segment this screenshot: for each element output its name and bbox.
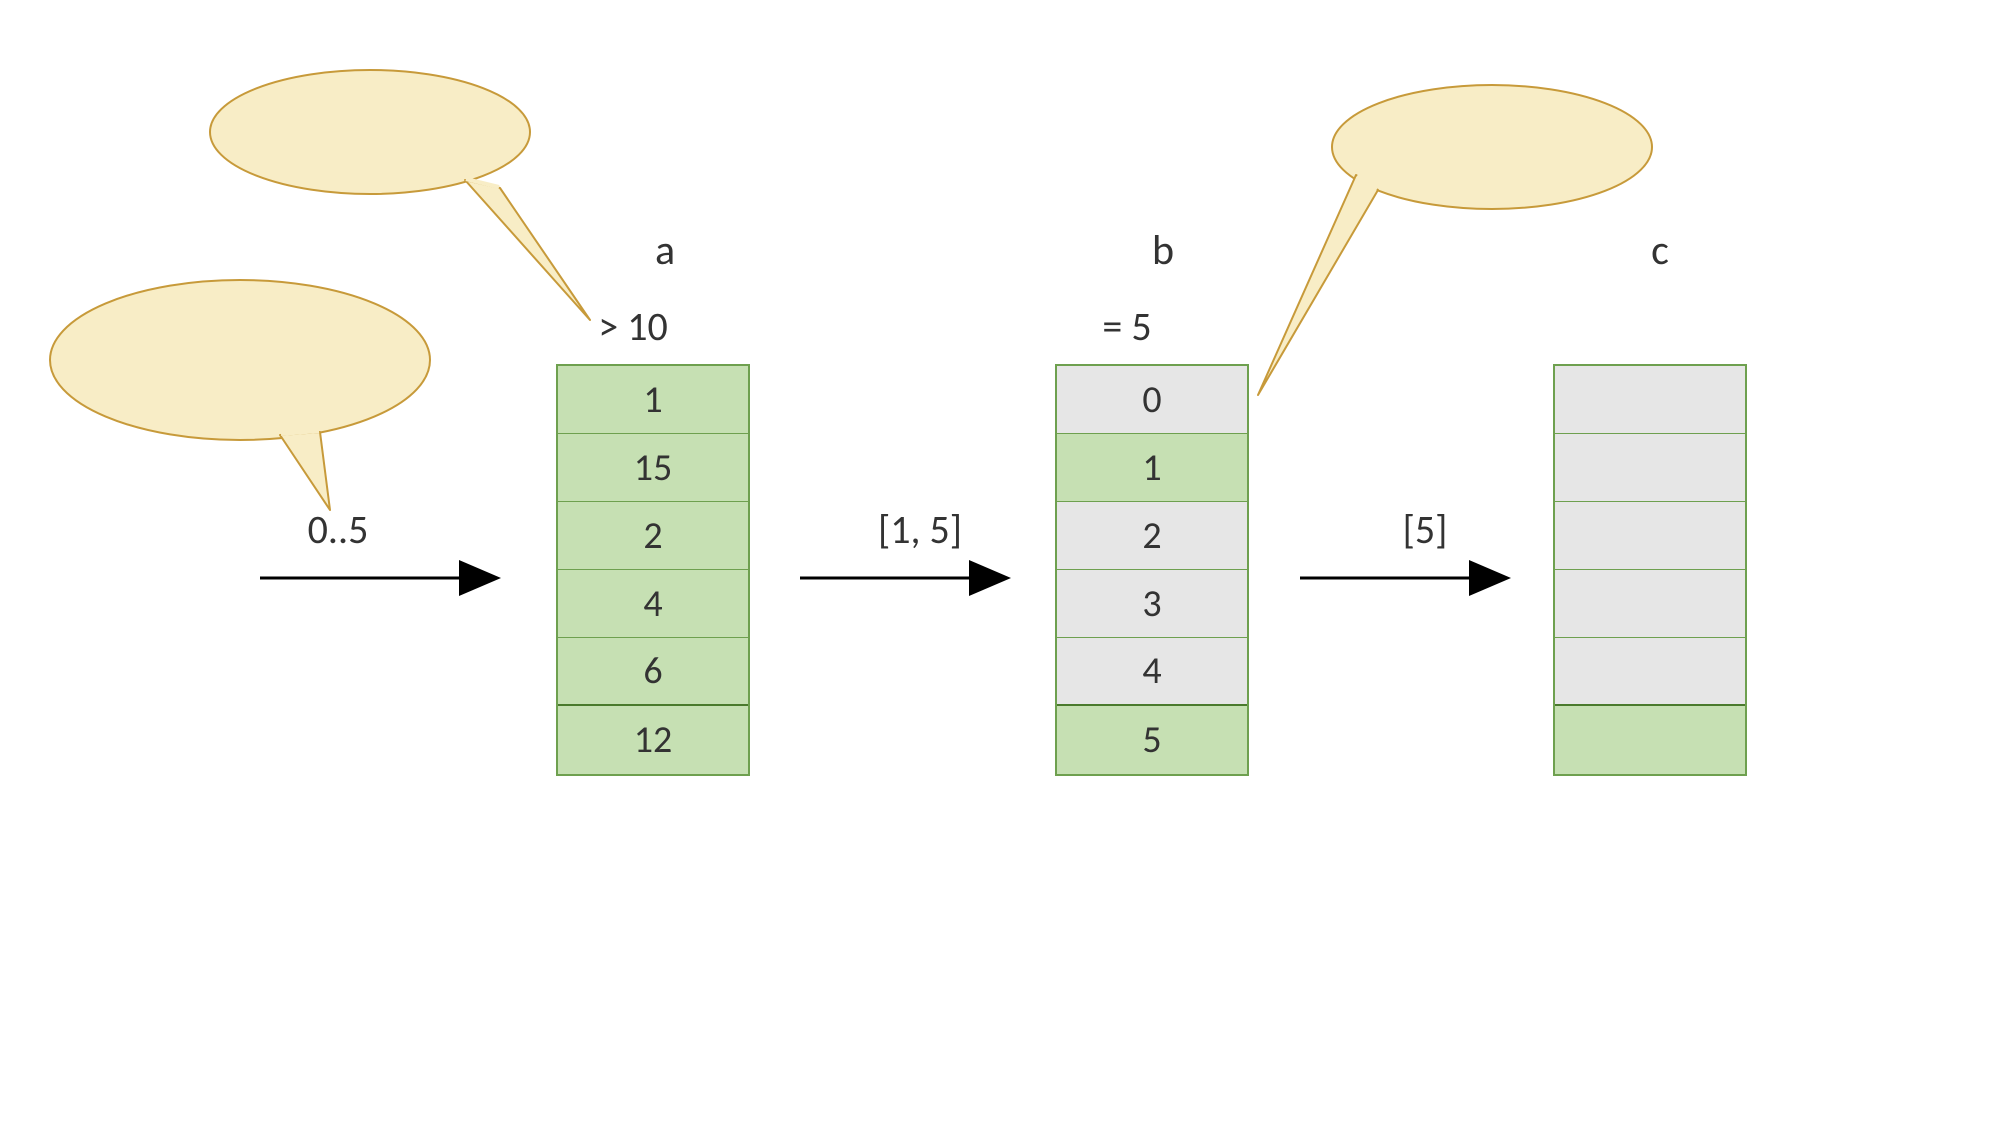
- column-a: 1 15 2 4 6 12: [556, 364, 750, 776]
- col-a-filter: > 10: [533, 302, 733, 351]
- cell: [1555, 706, 1745, 774]
- cell: [1555, 570, 1745, 638]
- cell: 2: [1057, 502, 1247, 570]
- callout-skipped-row-text: Skipped row: [1372, 125, 1612, 166]
- cell: 12: [558, 706, 748, 774]
- cell: 4: [558, 570, 748, 638]
- col-a-header: a: [565, 225, 765, 276]
- cell: 5: [1057, 706, 1247, 774]
- arrow-label-bc: [5]: [1385, 505, 1465, 554]
- cell: 2: [558, 502, 748, 570]
- column-c: [1553, 364, 1747, 776]
- col-b-header: b: [1063, 225, 1263, 276]
- cell: [1555, 434, 1745, 502]
- col-b-filter: = 5: [1027, 302, 1227, 351]
- cell: [1555, 366, 1745, 434]
- cell: 1: [1057, 434, 1247, 502]
- callout-column-filter-text: Column filter: [240, 110, 500, 151]
- callout-qualified-rows-text: Qualified row numbers: [100, 320, 380, 403]
- cell: [1555, 638, 1745, 706]
- column-b: 0 1 2 3 4 5: [1055, 364, 1249, 776]
- cell: 3: [1057, 570, 1247, 638]
- cell: 4: [1057, 638, 1247, 706]
- arrow-label-input: 0..5: [293, 505, 383, 554]
- arrow-label-ab: [1, 5]: [860, 505, 980, 554]
- cell: 0: [1057, 366, 1247, 434]
- diagram-canvas: a b c > 10 = 5 0..5 [1, 5] [5] 1 15 2 4 …: [0, 0, 2000, 1125]
- cell: 1: [558, 366, 748, 434]
- col-c-header: c: [1560, 225, 1760, 276]
- cell: 6: [558, 638, 748, 706]
- cell: 15: [558, 434, 748, 502]
- cell: [1555, 502, 1745, 570]
